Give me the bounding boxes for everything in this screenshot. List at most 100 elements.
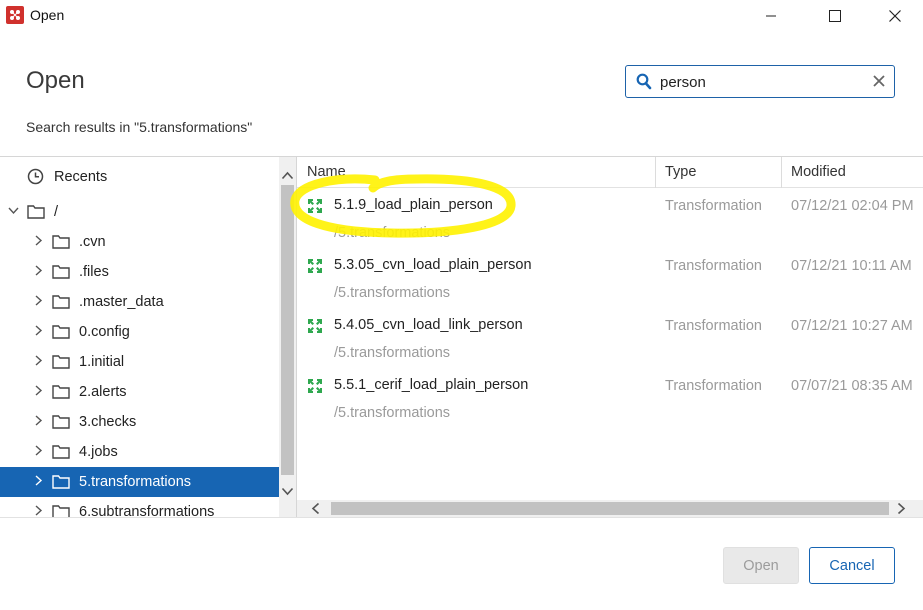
transformation-icon: [308, 199, 322, 213]
dialog-heading: Open: [26, 67, 85, 94]
tree-item-folder[interactable]: 0.config: [0, 317, 279, 347]
tree-item-label: 2.alerts: [79, 384, 127, 400]
file-type: Transformation: [665, 378, 762, 394]
minimize-icon: [766, 15, 776, 17]
folder-icon: [52, 445, 70, 459]
chevron-right-icon[interactable]: [35, 235, 43, 246]
tree-item-folder[interactable]: .master_data: [0, 287, 279, 317]
clear-search-button[interactable]: [872, 74, 886, 93]
close-window-button[interactable]: [872, 0, 918, 32]
scroll-right-icon[interactable]: [897, 502, 906, 515]
file-type: Transformation: [665, 318, 762, 334]
table-row[interactable]: 5.3.05_cvn_load_plain_person /5.transfor…: [297, 248, 923, 308]
search-input[interactable]: [660, 70, 860, 94]
folder-icon: [52, 475, 70, 489]
file-name: 5.1.9_load_plain_person: [334, 197, 493, 213]
tree-item-label: .master_data: [79, 294, 164, 310]
table-row[interactable]: 5.4.05_cvn_load_link_person /5.transform…: [297, 308, 923, 368]
column-header-name[interactable]: Name: [307, 164, 346, 180]
table-row[interactable]: 5.5.1_cerif_load_plain_person /5.transfo…: [297, 368, 923, 428]
chevron-right-icon[interactable]: [35, 295, 43, 306]
tree-item-label: 6.subtransformations: [79, 504, 215, 517]
chevron-right-icon[interactable]: [35, 355, 43, 366]
scroll-thumb[interactable]: [281, 185, 294, 475]
chevron-right-icon[interactable]: [35, 415, 43, 426]
file-path: /5.transformations: [334, 345, 451, 361]
file-name: 5.5.1_cerif_load_plain_person: [334, 377, 529, 393]
file-modified: 07/12/21 10:11 AM: [791, 258, 912, 274]
cancel-button[interactable]: Cancel: [809, 547, 895, 584]
scroll-down-icon[interactable]: [281, 487, 294, 496]
tree-item-root[interactable]: /: [0, 197, 279, 227]
chevron-right-icon[interactable]: [35, 475, 43, 486]
tree-item-label: .files: [79, 264, 109, 280]
file-modified: 07/07/21 08:35 AM: [791, 378, 913, 394]
tree-item-folder[interactable]: .cvn: [0, 227, 279, 257]
maximize-icon: [829, 10, 841, 22]
chevron-right-icon[interactable]: [35, 505, 43, 516]
folder-icon: [52, 385, 70, 399]
file-name: 5.4.05_cvn_load_link_person: [334, 317, 523, 333]
maximize-button[interactable]: [812, 0, 858, 32]
tree-item-label: 4.jobs: [79, 444, 118, 460]
file-path: /5.transformations: [334, 225, 451, 241]
open-button[interactable]: Open: [723, 547, 799, 584]
tree-item-folder-selected[interactable]: 5.transformations: [0, 467, 279, 497]
close-icon: [889, 10, 901, 22]
scroll-up-icon[interactable]: [281, 171, 294, 180]
folder-icon: [27, 205, 45, 219]
folder-icon: [52, 325, 70, 339]
scroll-left-icon[interactable]: [311, 502, 320, 515]
tree-item-folder[interactable]: .files: [0, 257, 279, 287]
tree-item-label: .cvn: [79, 234, 106, 250]
file-type: Transformation: [665, 198, 762, 214]
folder-tree: Recents / .cvn .files .master_data 0.con…: [0, 157, 279, 517]
transformation-icon: [308, 379, 322, 393]
column-header-modified[interactable]: Modified: [791, 164, 846, 180]
tree-item-folder[interactable]: 2.alerts: [0, 377, 279, 407]
search-box[interactable]: [625, 65, 895, 98]
chevron-right-icon[interactable]: [35, 265, 43, 276]
file-modified: 07/12/21 02:04 PM: [791, 198, 914, 214]
column-divider[interactable]: [781, 157, 782, 188]
clock-icon: [27, 168, 44, 185]
search-icon: [636, 73, 652, 90]
scroll-thumb[interactable]: [331, 502, 889, 515]
tree-item-label: Recents: [54, 169, 108, 185]
tree-item-folder[interactable]: 3.checks: [0, 407, 279, 437]
tree-scrollbar[interactable]: [279, 157, 296, 517]
tree-item-folder[interactable]: 4.jobs: [0, 437, 279, 467]
tree-item-folder[interactable]: 6.subtransformations: [0, 497, 279, 517]
folder-icon: [52, 505, 70, 517]
column-divider[interactable]: [655, 157, 656, 188]
column-header-type[interactable]: Type: [665, 164, 696, 180]
tree-item-label: 3.checks: [79, 414, 137, 430]
table-horizontal-scrollbar[interactable]: [297, 500, 923, 517]
tree-item-label: 0.config: [79, 324, 130, 340]
folder-icon: [52, 295, 70, 309]
file-path: /5.transformations: [334, 405, 451, 421]
divider: [0, 517, 923, 518]
table-header: Name Type Modified: [297, 157, 923, 188]
tree-item-folder[interactable]: 1.initial: [0, 347, 279, 377]
file-name: 5.3.05_cvn_load_plain_person: [334, 257, 532, 273]
chevron-right-icon[interactable]: [35, 445, 43, 456]
file-path: /5.transformations: [334, 285, 451, 301]
tree-item-recents[interactable]: Recents: [0, 162, 279, 192]
file-type: Transformation: [665, 258, 762, 274]
chevron-right-icon[interactable]: [35, 385, 43, 396]
table-row[interactable]: 5.1.9_load_plain_person /5.transformatio…: [297, 188, 923, 248]
clear-icon: [873, 75, 885, 87]
file-modified: 07/12/21 10:27 AM: [791, 318, 913, 334]
chevron-down-icon[interactable]: [8, 207, 19, 215]
chevron-right-icon[interactable]: [35, 325, 43, 336]
tree-item-label: 1.initial: [79, 354, 125, 370]
minimize-button[interactable]: [748, 0, 794, 32]
window-title: Open: [30, 7, 65, 23]
pentaho-app-icon: [6, 6, 24, 24]
tree-item-label: /: [54, 204, 59, 220]
folder-icon: [52, 355, 70, 369]
folder-icon: [52, 265, 70, 279]
transformation-icon: [308, 259, 322, 273]
folder-icon: [52, 235, 70, 249]
